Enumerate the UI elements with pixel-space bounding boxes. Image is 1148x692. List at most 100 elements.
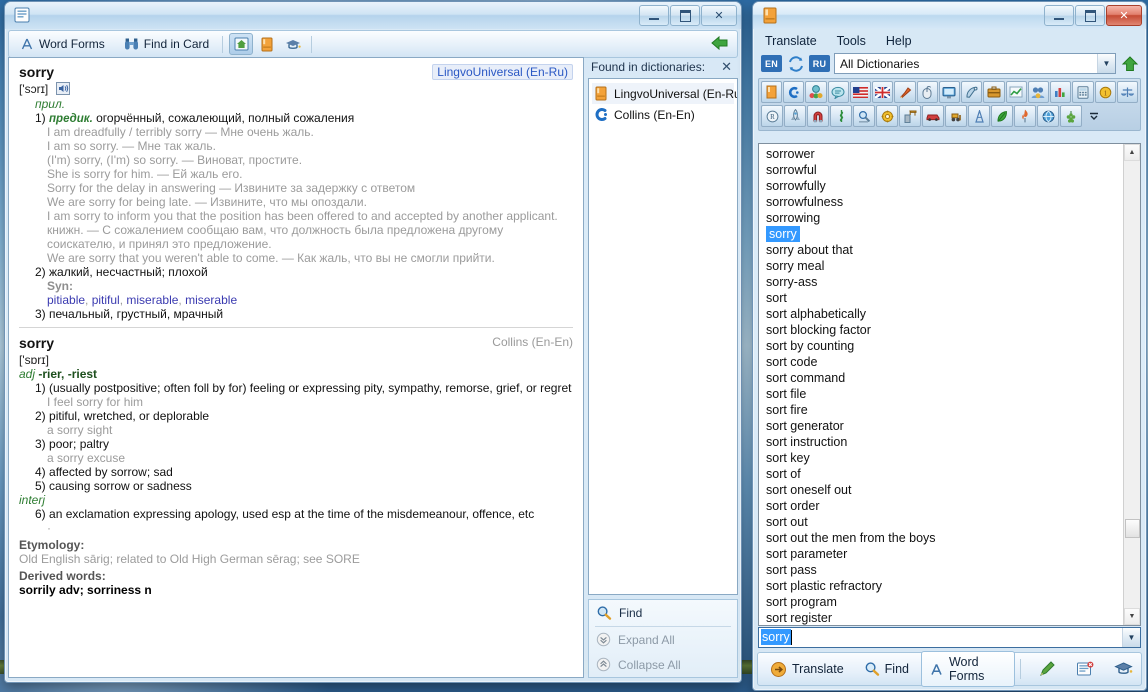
word-list-item[interactable]: sort instruction — [763, 434, 1124, 450]
lang-to-button[interactable]: RU — [809, 55, 830, 72]
gold-coin-icon[interactable]: 1 — [1094, 81, 1116, 103]
word-list-item[interactable]: sort register — [763, 610, 1124, 625]
expand-all-button[interactable]: Expand All — [589, 627, 737, 652]
globe-icon[interactable] — [1037, 105, 1059, 127]
grapes-icon[interactable] — [1060, 105, 1082, 127]
word-list-item[interactable]: sorrowful — [763, 162, 1124, 178]
speaker-icon[interactable] — [55, 82, 70, 95]
overflow-chevron-icon[interactable] — [1083, 105, 1105, 127]
left-maximize-button[interactable] — [670, 5, 700, 26]
word-list-item[interactable]: sort pass — [763, 562, 1124, 578]
close-icon[interactable]: ✕ — [719, 59, 734, 75]
word-list-item[interactable]: sorry about that — [763, 242, 1124, 258]
word-list-item[interactable]: sort out — [763, 514, 1124, 530]
scrollbar-thumb[interactable] — [1125, 519, 1140, 538]
satellite-dish-icon[interactable] — [961, 81, 983, 103]
caduceus-icon[interactable] — [830, 105, 852, 127]
word-list-item[interactable]: sorrowfully — [763, 178, 1124, 194]
swap-languages-icon[interactable] — [786, 55, 805, 72]
word-list-item[interactable]: sort order — [763, 498, 1124, 514]
oil-derrick-icon[interactable] — [968, 105, 990, 127]
collins-c-icon[interactable] — [783, 81, 805, 103]
word-list-item[interactable]: sorrower — [763, 146, 1124, 162]
menu-help[interactable]: Help — [883, 33, 915, 49]
calculator-icon[interactable] — [1072, 81, 1094, 103]
word-list-scrollbar[interactable]: ▲ ▼ — [1123, 144, 1140, 625]
synonym-link[interactable]: miserable — [185, 293, 237, 307]
green-pencil-icon[interactable] — [1030, 656, 1064, 682]
bar-chart-icon[interactable] — [1050, 81, 1072, 103]
dictionary-selector[interactable]: ▼ — [834, 53, 1116, 74]
microscope-icon[interactable] — [853, 105, 875, 127]
word-list-item[interactable]: sort key — [763, 450, 1124, 466]
entry-dictionary-name[interactable]: LingvoUniversal (En-Ru) — [432, 64, 573, 80]
left-minimize-button[interactable] — [639, 5, 669, 26]
graduation-cap-icon[interactable] — [281, 33, 305, 55]
right-minimize-button[interactable] — [1044, 5, 1074, 26]
right-maximize-button[interactable] — [1075, 5, 1105, 26]
word-list-item[interactable]: sort — [763, 290, 1124, 306]
speech-bubble-icon[interactable] — [827, 81, 849, 103]
lang-from-button[interactable]: EN — [761, 55, 782, 72]
left-close-button[interactable]: ✕ — [701, 5, 737, 26]
gear-icon[interactable] — [876, 105, 898, 127]
menu-tools[interactable]: Tools — [834, 33, 869, 49]
chevron-down-icon[interactable]: ▼ — [1122, 628, 1140, 647]
search-input-field[interactable]: sorry ▼ — [758, 627, 1141, 648]
graduation-cap-icon[interactable] — [1106, 657, 1141, 681]
fire-torch-icon[interactable] — [1014, 105, 1036, 127]
chart-line-icon[interactable] — [1005, 81, 1027, 103]
red-car-icon[interactable] — [922, 105, 944, 127]
uk-flag-icon[interactable] — [872, 81, 894, 103]
rocket-icon[interactable] — [784, 105, 806, 127]
dictionary-card-scroll[interactable]: sorry LingvoUniversal (En-Ru) ['sɔrɪ] пр… — [9, 58, 583, 677]
synonym-link[interactable]: pitiable — [47, 293, 85, 307]
home-card-icon[interactable] — [229, 33, 254, 55]
word-list-item[interactable]: sort code — [763, 354, 1124, 370]
find-button[interactable]: Find — [589, 600, 737, 626]
registered-mark-icon[interactable]: R — [761, 105, 783, 127]
word-list-item[interactable]: sort fire — [763, 402, 1124, 418]
word-list-item[interactable]: sort alphabetically — [763, 306, 1124, 322]
bulldozer-icon[interactable] — [945, 105, 967, 127]
found-item-collins[interactable]: Collins (En-En) — [592, 104, 734, 125]
word-list-item[interactable]: sort file — [763, 386, 1124, 402]
orange-book-icon[interactable] — [255, 33, 279, 55]
three-people-speech-icon[interactable] — [805, 81, 827, 103]
word-list-item[interactable]: sort command — [763, 370, 1124, 386]
scroll-up-button[interactable]: ▲ — [1124, 144, 1140, 161]
word-list-item[interactable]: sorry-ass — [763, 274, 1124, 290]
collapse-all-button[interactable]: Collapse All — [589, 652, 737, 677]
leaf-icon[interactable] — [991, 105, 1013, 127]
scroll-down-button[interactable]: ▼ — [1124, 608, 1140, 625]
word-list-item[interactable]: sort by counting — [763, 338, 1124, 354]
word-list-item[interactable]: sort oneself out — [763, 482, 1124, 498]
word-list-item[interactable]: sort out the men from the boys — [763, 530, 1124, 546]
word-list-item[interactable]: sort of — [763, 466, 1124, 482]
dictionary-select-input[interactable] — [835, 54, 1097, 73]
left-window-titlebar[interactable]: ✕ — [5, 2, 741, 29]
word-list-item[interactable]: sort plastic refractory — [763, 578, 1124, 594]
word-list-item[interactable]: sorry — [763, 226, 1124, 242]
crane-icon[interactable] — [899, 105, 921, 127]
us-flag-icon[interactable] — [849, 81, 872, 103]
scales-icon[interactable] — [1116, 81, 1138, 103]
back-arrow-icon[interactable] — [709, 33, 731, 53]
word-list-item[interactable]: sorrowfulness — [763, 194, 1124, 210]
menu-translate[interactable]: Translate — [762, 33, 820, 49]
green-up-arrow-icon[interactable] — [1120, 54, 1140, 73]
word-list-item[interactable]: sort blocking factor — [763, 322, 1124, 338]
monitor-icon[interactable] — [938, 81, 961, 103]
synonym-link[interactable]: pitiful — [92, 293, 120, 307]
right-close-button[interactable]: ✕ — [1106, 5, 1142, 26]
find-in-card-button[interactable]: Find in Card — [116, 34, 217, 54]
chevron-down-icon[interactable]: ▼ — [1097, 54, 1115, 73]
magnet-icon[interactable] — [807, 105, 829, 127]
computer-mouse-icon[interactable] — [916, 81, 938, 103]
word-list-item[interactable]: sort parameter — [763, 546, 1124, 562]
word-list-item-selected[interactable]: sorry — [766, 226, 800, 242]
word-forms-button[interactable]: Word Forms — [920, 651, 1016, 687]
found-item-lingvouniversal[interactable]: LingvoUniversal (En-Ru) — [592, 83, 737, 104]
briefcase-icon[interactable] — [983, 81, 1005, 103]
word-list[interactable]: sorrower sorrowful sorrowfully sorrowfulnes… — [759, 144, 1124, 625]
